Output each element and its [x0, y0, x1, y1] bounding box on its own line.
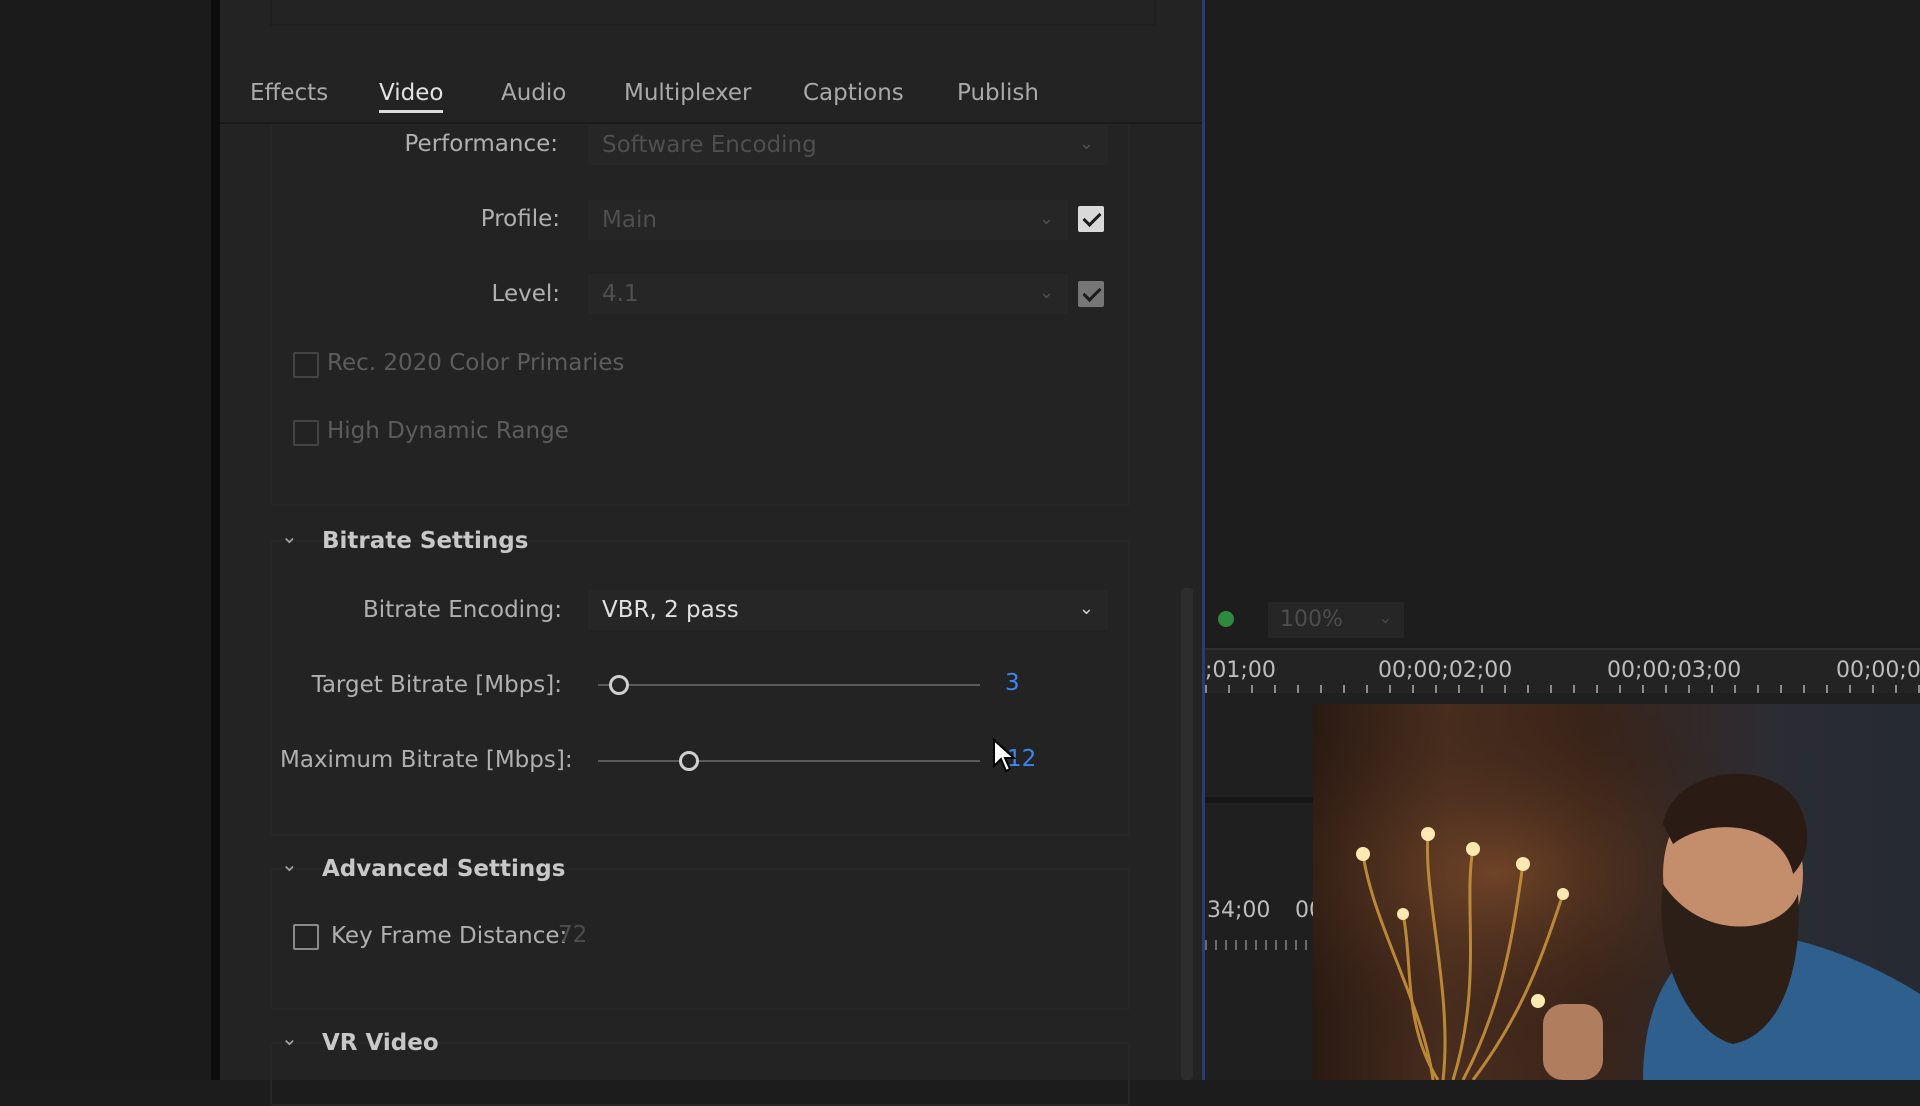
- tab-publish[interactable]: Publish: [957, 80, 1039, 106]
- performance-label: Performance:: [404, 131, 559, 157]
- chevron-down-icon: ⌄: [1078, 133, 1094, 154]
- target-bitrate-slider-thumb[interactable]: [609, 675, 629, 695]
- webcam-overlay: [1313, 704, 1920, 1080]
- collapse-chevron-icon[interactable]: ⌄: [281, 852, 298, 876]
- level-checkbox: [1078, 281, 1104, 307]
- checkmark-icon: [1082, 207, 1102, 228]
- bitrate-encoding-dropdown[interactable]: VBR, 2 pass ⌄: [588, 590, 1108, 630]
- tab-effects[interactable]: Effects: [250, 80, 328, 106]
- settings-tab-bar: Effects Video Audio Multiplexer Captions…: [220, 66, 1202, 124]
- chevron-down-icon: ⌄: [1038, 282, 1054, 303]
- zoom-level-value: 100%: [1280, 607, 1343, 632]
- performance-dropdown: Software Encoding ⌄: [588, 125, 1108, 165]
- bitrate-encoding-label: Bitrate Encoding:: [363, 597, 562, 623]
- tab-audio[interactable]: Audio: [501, 80, 566, 106]
- tab-multiplexer[interactable]: Multiplexer: [624, 80, 751, 106]
- chevron-down-icon: ⌄: [1038, 208, 1054, 229]
- tab-video[interactable]: Video: [379, 80, 444, 113]
- timeline-ticks: [1205, 940, 1315, 950]
- bitrate-encoding-value: VBR, 2 pass: [602, 597, 739, 623]
- summary-box: [270, 0, 1156, 26]
- tab-captions[interactable]: Captions: [803, 80, 904, 106]
- profile-label: Profile:: [480, 206, 560, 232]
- ruler-time: 00;00;02;00: [1378, 658, 1513, 683]
- chevron-down-icon: ⌄: [1378, 608, 1392, 627]
- hdr-checkbox: [293, 420, 319, 446]
- level-label: Level:: [491, 281, 560, 307]
- rec2020-label: Rec. 2020 Color Primaries: [327, 350, 625, 376]
- time-ruler[interactable]: ;01;00 00;00;02;00 00;00;03;00 00;00;0: [1205, 648, 1920, 695]
- max-bitrate-label: Maximum Bitrate [Mbps]:: [280, 747, 573, 773]
- status-indicator-icon: [1218, 611, 1234, 627]
- level-dropdown: 4.1 ⌄: [588, 274, 1068, 314]
- panel-edge: [211, 0, 220, 1080]
- hdr-label: High Dynamic Range: [327, 418, 569, 444]
- timeline-track: [1205, 797, 1315, 803]
- ruler-time: 00;00;03;00: [1607, 658, 1742, 683]
- vr-video-title: VR Video: [322, 1030, 439, 1056]
- checkmark-icon: [1082, 282, 1102, 303]
- tab-video-label: Video: [379, 80, 444, 106]
- collapse-chevron-icon[interactable]: ⌄: [281, 524, 298, 548]
- rec2020-checkbox: [293, 352, 319, 378]
- profile-dropdown: Main ⌄: [588, 200, 1068, 240]
- video-settings-section: [270, 124, 1130, 506]
- performance-value: Software Encoding: [602, 132, 817, 158]
- target-bitrate-value[interactable]: 3: [1005, 670, 1020, 696]
- target-bitrate-label: Target Bitrate [Mbps]:: [311, 672, 562, 698]
- keyframe-distance-checkbox[interactable]: [293, 924, 319, 950]
- advanced-settings-title: Advanced Settings: [322, 856, 566, 882]
- ruler-time: 00;00;0: [1836, 658, 1920, 683]
- max-bitrate-slider-track[interactable]: [598, 760, 980, 762]
- max-bitrate-slider-thumb[interactable]: [679, 751, 699, 771]
- mouse-pointer-icon: [993, 738, 1017, 773]
- keyframe-distance-label: Key Frame Distance:: [331, 923, 568, 949]
- left-gutter: [0, 0, 211, 1080]
- panel-scrollbar[interactable]: [1181, 588, 1193, 1080]
- profile-checkbox[interactable]: [1078, 206, 1104, 232]
- zoom-level-dropdown[interactable]: 100% ⌄: [1268, 602, 1404, 638]
- bitrate-settings-title: Bitrate Settings: [322, 528, 529, 554]
- timeline-time: 34;00: [1207, 898, 1271, 923]
- collapse-chevron-icon[interactable]: ⌄: [281, 1026, 298, 1050]
- ruler-time: ;01;00: [1205, 658, 1276, 683]
- profile-value: Main: [602, 207, 657, 233]
- chevron-down-icon: ⌄: [1078, 598, 1094, 619]
- program-monitor: [1205, 0, 1920, 645]
- target-bitrate-slider-track[interactable]: [598, 684, 980, 686]
- keyframe-distance-value: 72: [558, 922, 588, 948]
- level-value: 4.1: [602, 281, 639, 307]
- presenter-image: [1313, 704, 1920, 1080]
- active-tab-underline: [379, 110, 444, 113]
